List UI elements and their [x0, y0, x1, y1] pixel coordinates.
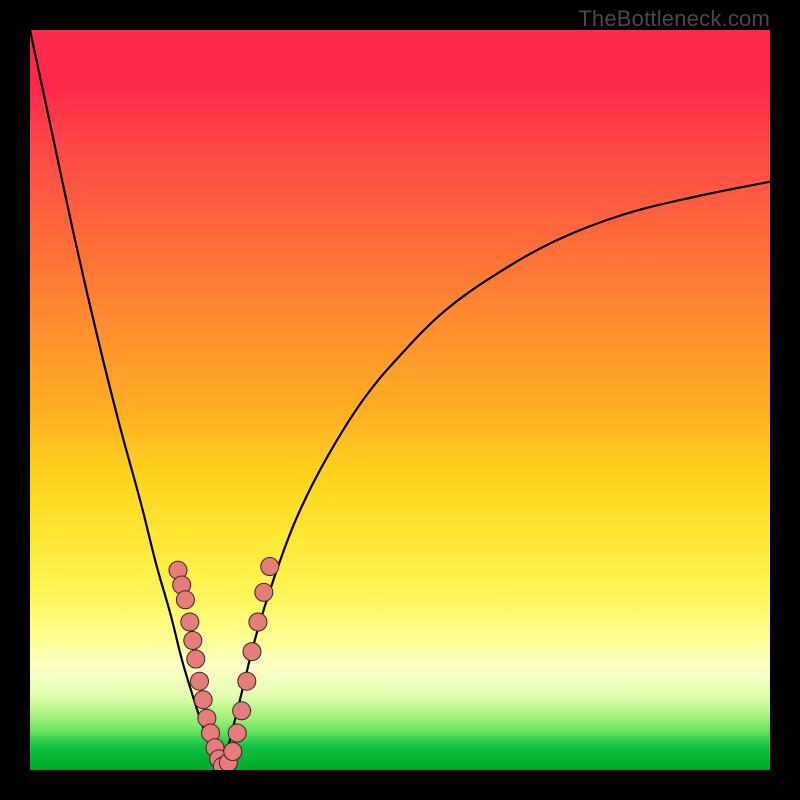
data-marker [194, 691, 212, 709]
data-marker [190, 672, 208, 690]
data-marker [233, 702, 251, 720]
data-marker [238, 672, 256, 690]
curve-right-branch [222, 182, 770, 770]
data-marker [187, 650, 205, 668]
data-marker [224, 743, 242, 761]
marker-layer [169, 558, 279, 771]
data-marker [176, 591, 194, 609]
data-marker [261, 558, 279, 576]
attribution-text: TheBottleneck.com [578, 6, 770, 32]
curve-layer [30, 30, 770, 770]
data-marker [184, 632, 202, 650]
chart-svg [30, 30, 770, 770]
data-marker [249, 613, 267, 631]
chart-frame: TheBottleneck.com [0, 0, 800, 800]
data-marker [243, 643, 261, 661]
data-marker [228, 724, 246, 742]
data-marker [181, 613, 199, 631]
data-marker [255, 583, 273, 601]
